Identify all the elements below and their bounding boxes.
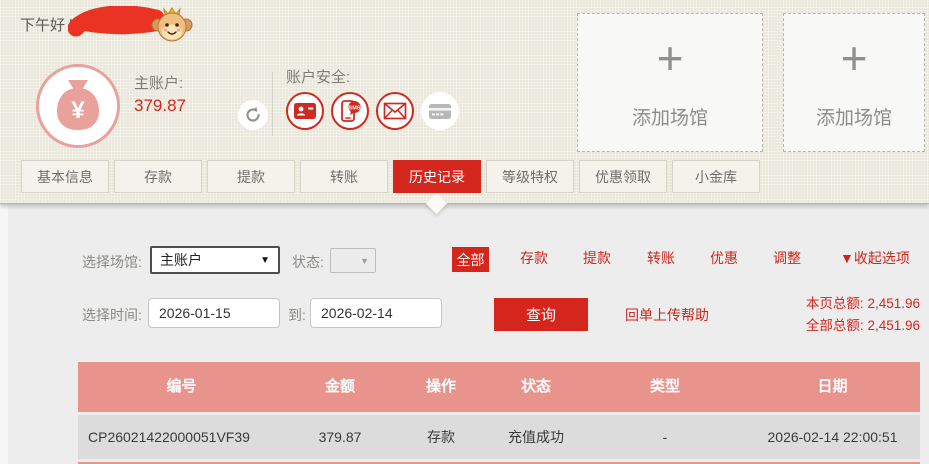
add-venue-label: 添加场馆 bbox=[816, 103, 892, 130]
sms-verify-button[interactable]: SMS bbox=[331, 92, 369, 130]
cell-date: 2026-02-14 22:00:51 bbox=[745, 415, 920, 459]
venue-select[interactable]: 主账户 ▼ bbox=[150, 246, 280, 274]
history-table: 编号 金额 操作 状态 类型 日期 CP26021422000051VF39 3… bbox=[78, 362, 920, 464]
add-venue-box-1[interactable]: + 添加场馆 bbox=[577, 13, 763, 152]
filter-type-all[interactable]: 全部 bbox=[452, 247, 489, 272]
table-row: CP26021422000051VF39 379.87 存款 充值成功 - 20… bbox=[78, 415, 920, 459]
collapse-options-link[interactable]: ▼收起选项 bbox=[840, 248, 910, 268]
cell-amount: 379.87 bbox=[285, 415, 395, 459]
venue-select-value: 主账户 bbox=[160, 250, 202, 270]
venue-filter-label: 选择场馆: bbox=[82, 252, 142, 272]
filter-type-deposit[interactable]: 存款 bbox=[520, 248, 548, 268]
cell-operation: 存款 bbox=[395, 415, 487, 459]
mail-icon bbox=[383, 102, 407, 120]
account-security-label: 账户安全: bbox=[286, 66, 350, 87]
col-header-operation: 操作 bbox=[395, 362, 487, 412]
monkey-avatar-icon bbox=[150, 3, 194, 45]
email-verify-button[interactable] bbox=[376, 92, 414, 130]
col-header-type: 类型 bbox=[585, 362, 745, 412]
plus-icon: + bbox=[841, 35, 868, 81]
date-to-input[interactable] bbox=[310, 298, 442, 328]
account-page: 下午好 la ¥ 主账户: 379.87 bbox=[0, 0, 929, 464]
filter-type-transfer[interactable]: 转账 bbox=[647, 248, 675, 268]
id-card-icon bbox=[293, 102, 317, 120]
add-venue-box-2[interactable]: + 添加场馆 bbox=[783, 13, 925, 152]
chevron-down-icon: ▼ bbox=[360, 256, 369, 266]
cell-status: 充值成功 bbox=[487, 415, 585, 459]
bank-card-icon bbox=[428, 103, 452, 120]
receipt-upload-help-link[interactable]: 回单上传帮助 bbox=[625, 305, 709, 325]
totals-summary: 本页总额: 2,451.96 全部总额: 2,451.96 bbox=[806, 293, 920, 337]
history-panel: 选择场馆: 主账户 ▼ 状态: ▼ 全部 存款 提款 转账 优惠 调整 ▼收起选… bbox=[0, 205, 929, 464]
col-header-amount: 金额 bbox=[285, 362, 395, 412]
time-filter-label: 选择时间: bbox=[82, 305, 142, 325]
account-header-section: 下午好 la ¥ 主账户: 379.87 bbox=[0, 0, 929, 204]
tab-vault[interactable]: 小金库 bbox=[672, 160, 760, 193]
col-header-date: 日期 bbox=[745, 362, 920, 412]
main-tab-bar: 基本信息 存款 提款 转账 历史记录 等级特权 优惠领取 小金库 bbox=[21, 160, 760, 193]
header-divider bbox=[272, 72, 273, 136]
tab-transfer[interactable]: 转账 bbox=[300, 160, 388, 193]
date-to-label: 到: bbox=[288, 305, 306, 325]
cell-id: CP26021422000051VF39 bbox=[78, 415, 285, 459]
money-bag-icon: ¥ bbox=[52, 78, 104, 134]
query-button[interactable]: 查询 bbox=[494, 298, 588, 331]
tab-basic-info[interactable]: 基本信息 bbox=[21, 160, 109, 193]
tab-history[interactable]: 历史记录 bbox=[393, 160, 481, 193]
bank-card-button[interactable] bbox=[421, 92, 459, 130]
filter-type-withdraw[interactable]: 提款 bbox=[583, 248, 611, 268]
refresh-balance-button[interactable] bbox=[238, 100, 268, 130]
tab-deposit[interactable]: 存款 bbox=[114, 160, 202, 193]
plus-icon: + bbox=[657, 35, 684, 81]
main-account-balance: 379.87 bbox=[134, 96, 186, 116]
left-edge-strip bbox=[0, 205, 8, 464]
filter-type-adjust[interactable]: 调整 bbox=[773, 248, 801, 268]
col-header-status: 状态 bbox=[487, 362, 585, 412]
table-header-row: 编号 金额 操作 状态 类型 日期 bbox=[78, 362, 920, 412]
all-total-line: 全部总额: 2,451.96 bbox=[806, 315, 920, 337]
security-icons-row: SMS bbox=[286, 92, 459, 130]
chevron-down-icon: ▼ bbox=[260, 255, 270, 266]
add-venue-label: 添加场馆 bbox=[632, 103, 708, 130]
sms-phone-icon: SMS bbox=[339, 99, 361, 123]
svg-text:SMS: SMS bbox=[349, 105, 361, 111]
status-select[interactable]: ▼ bbox=[330, 248, 376, 273]
tab-vip-privileges[interactable]: 等级特权 bbox=[486, 160, 574, 193]
refresh-icon bbox=[244, 106, 262, 124]
id-verify-button[interactable] bbox=[286, 92, 324, 130]
tab-promo-claim[interactable]: 优惠领取 bbox=[579, 160, 667, 193]
filter-type-promo[interactable]: 优惠 bbox=[710, 248, 738, 268]
tab-withdraw[interactable]: 提款 bbox=[207, 160, 295, 193]
col-header-id: 编号 bbox=[78, 362, 285, 412]
page-total-line: 本页总额: 2,451.96 bbox=[806, 293, 920, 315]
status-filter-label: 状态: bbox=[292, 252, 324, 272]
main-account-label: 主账户: bbox=[134, 72, 183, 93]
main-account-icon: ¥ bbox=[36, 64, 120, 148]
date-from-input[interactable] bbox=[148, 298, 280, 328]
svg-text:¥: ¥ bbox=[71, 97, 85, 124]
cell-type: - bbox=[585, 415, 745, 459]
